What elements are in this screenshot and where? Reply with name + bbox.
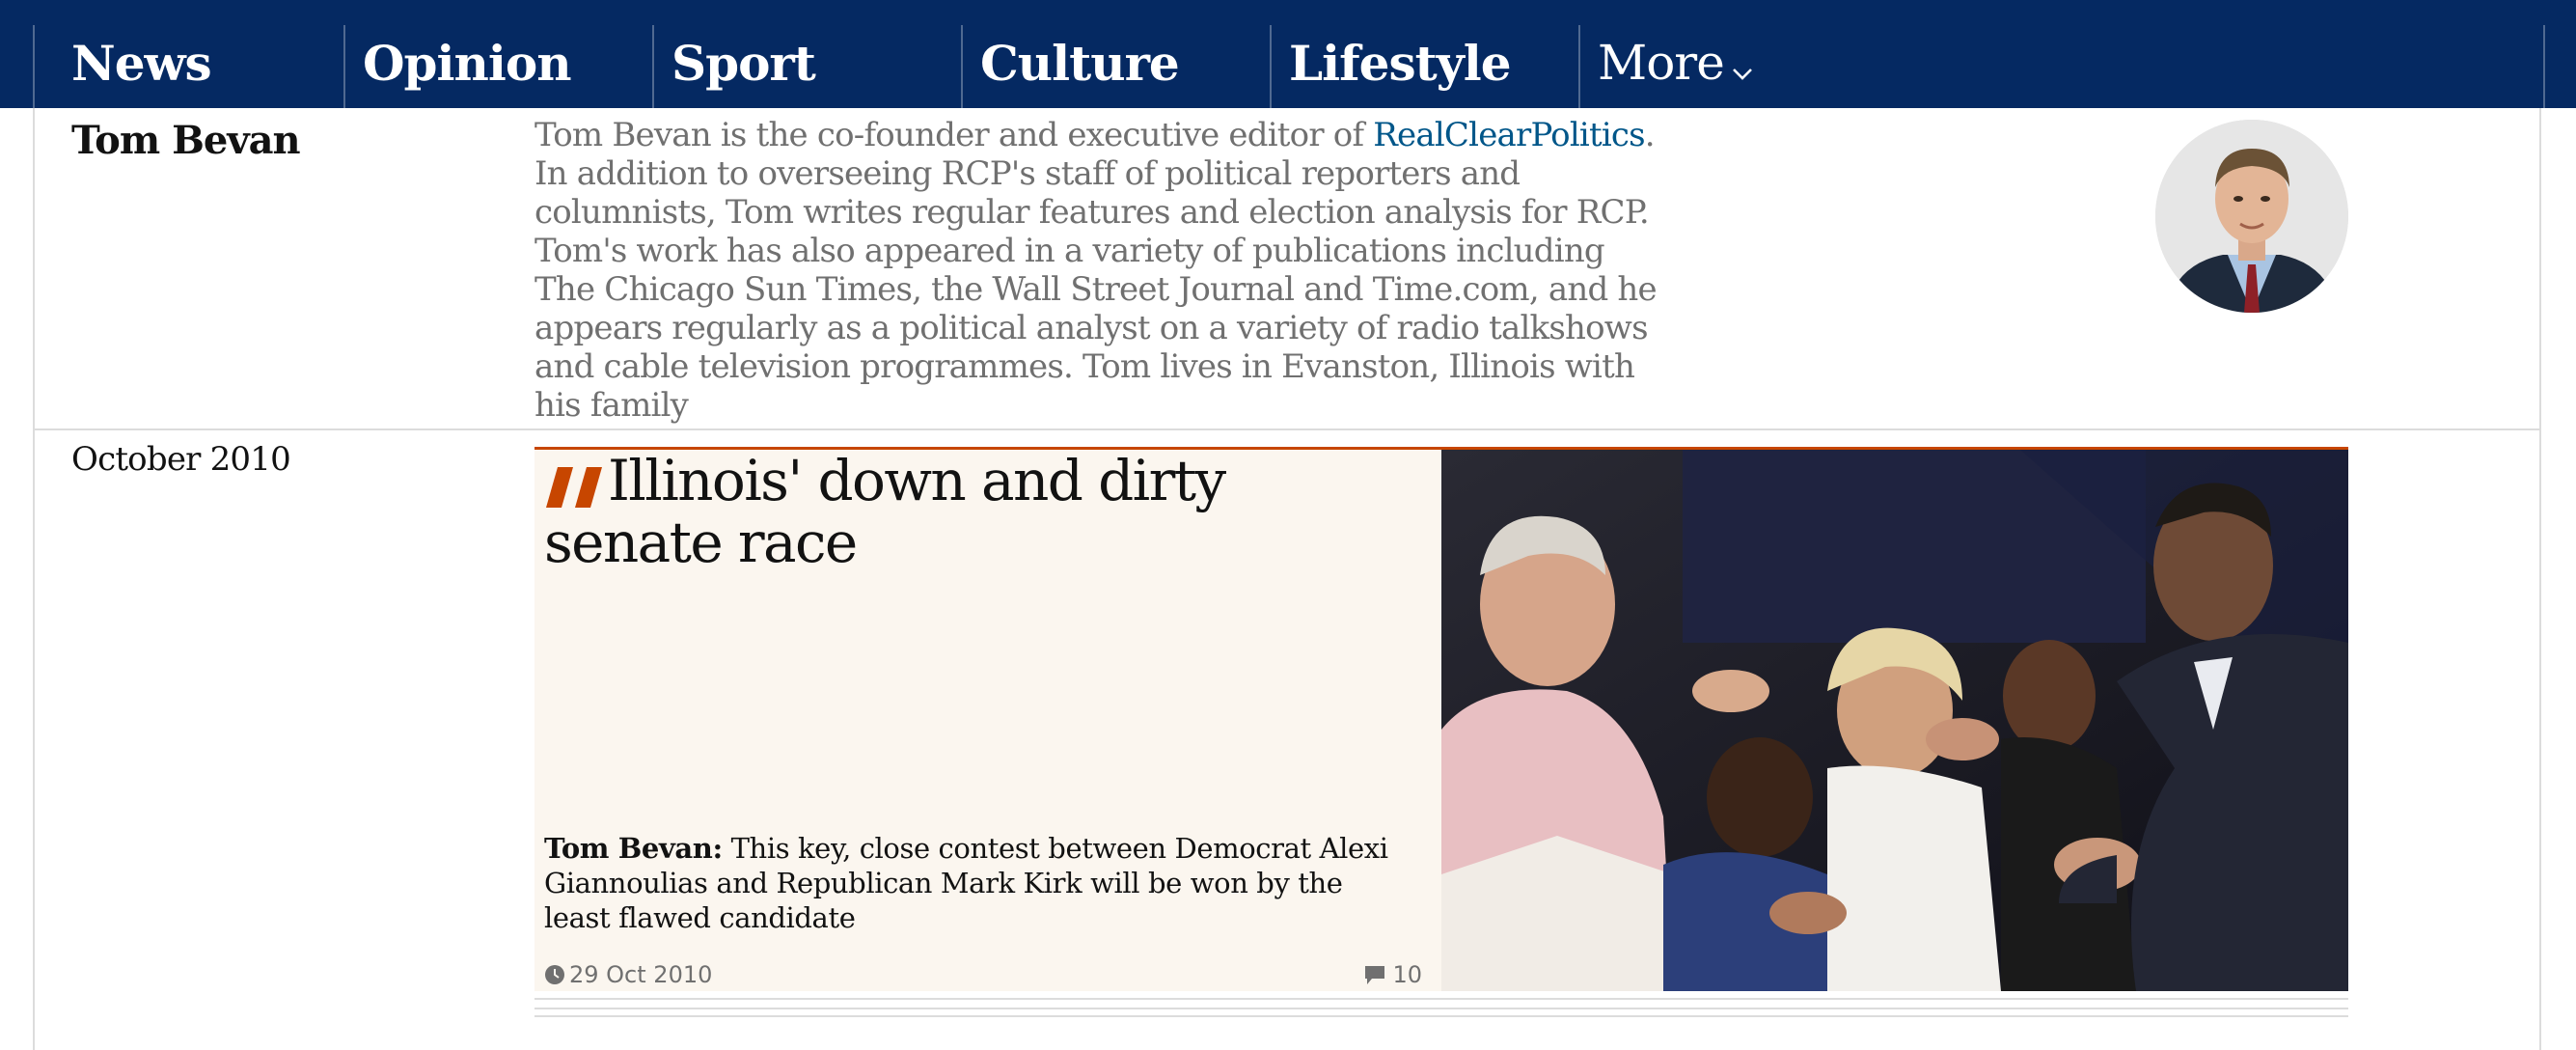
nav-pillars: News Opinion Sport Culture Lifestyle Mor… <box>33 25 2545 108</box>
avatar-portrait-image <box>2155 120 2348 313</box>
comment-count: 10 <box>1392 961 1422 988</box>
clock-icon <box>545 965 564 984</box>
nav-more-button[interactable]: More <box>1578 25 1887 108</box>
profile-name: Tom Bevan <box>71 118 301 163</box>
chevron-down-icon <box>1732 69 1752 80</box>
nav-item-sport[interactable]: Sport <box>652 25 961 108</box>
realclearpolitics-link[interactable]: RealClearPolitics <box>1373 116 1645 154</box>
article-standfirst: Tom Bevan: This key, close contest betwe… <box>544 831 1412 935</box>
comment-icon <box>1365 966 1385 984</box>
top-navigation-bar: News Opinion Sport Culture Lifestyle Mor… <box>0 0 2576 108</box>
comment-count-link[interactable]: 10 <box>1363 961 1422 988</box>
nav-more-label: More <box>1598 35 1725 91</box>
avatar <box>2155 120 2348 313</box>
article-headline[interactable]: Illinois' down and dirty senate race <box>544 450 1412 573</box>
nav-item-culture[interactable]: Culture <box>961 25 1270 108</box>
card-bottom-rule <box>534 998 2348 1000</box>
article-date: 29 Oct 2010 <box>569 961 713 988</box>
article-image[interactable] <box>1441 450 2348 991</box>
card-bottom-rule-2 <box>534 1008 2348 1009</box>
nav-item-opinion[interactable]: Opinion <box>343 25 652 108</box>
nav-item-lifestyle[interactable]: Lifestyle <box>1270 25 1578 108</box>
profile-bio-text-end: . In addition to overseeing RCP's staff … <box>534 116 1658 425</box>
profile-bio-text-start: Tom Bevan is the co-founder and executiv… <box>534 116 1374 154</box>
card-bottom-rule-3 <box>534 1015 2348 1017</box>
article-card[interactable]: Illinois' down and dirty senate race Tom… <box>534 447 2348 991</box>
article-meta: 29 Oct 2010 10 <box>544 961 1422 990</box>
article-byline: Tom Bevan: <box>544 832 723 865</box>
nav-item-news[interactable]: News <box>35 25 343 108</box>
section-divider <box>33 428 2541 430</box>
month-label: October 2010 <box>71 440 291 479</box>
article-photo <box>1441 450 2348 991</box>
profile-bio: Tom Bevan is the co-founder and executiv… <box>534 116 1673 425</box>
article-timestamp: 29 Oct 2010 <box>544 961 712 988</box>
